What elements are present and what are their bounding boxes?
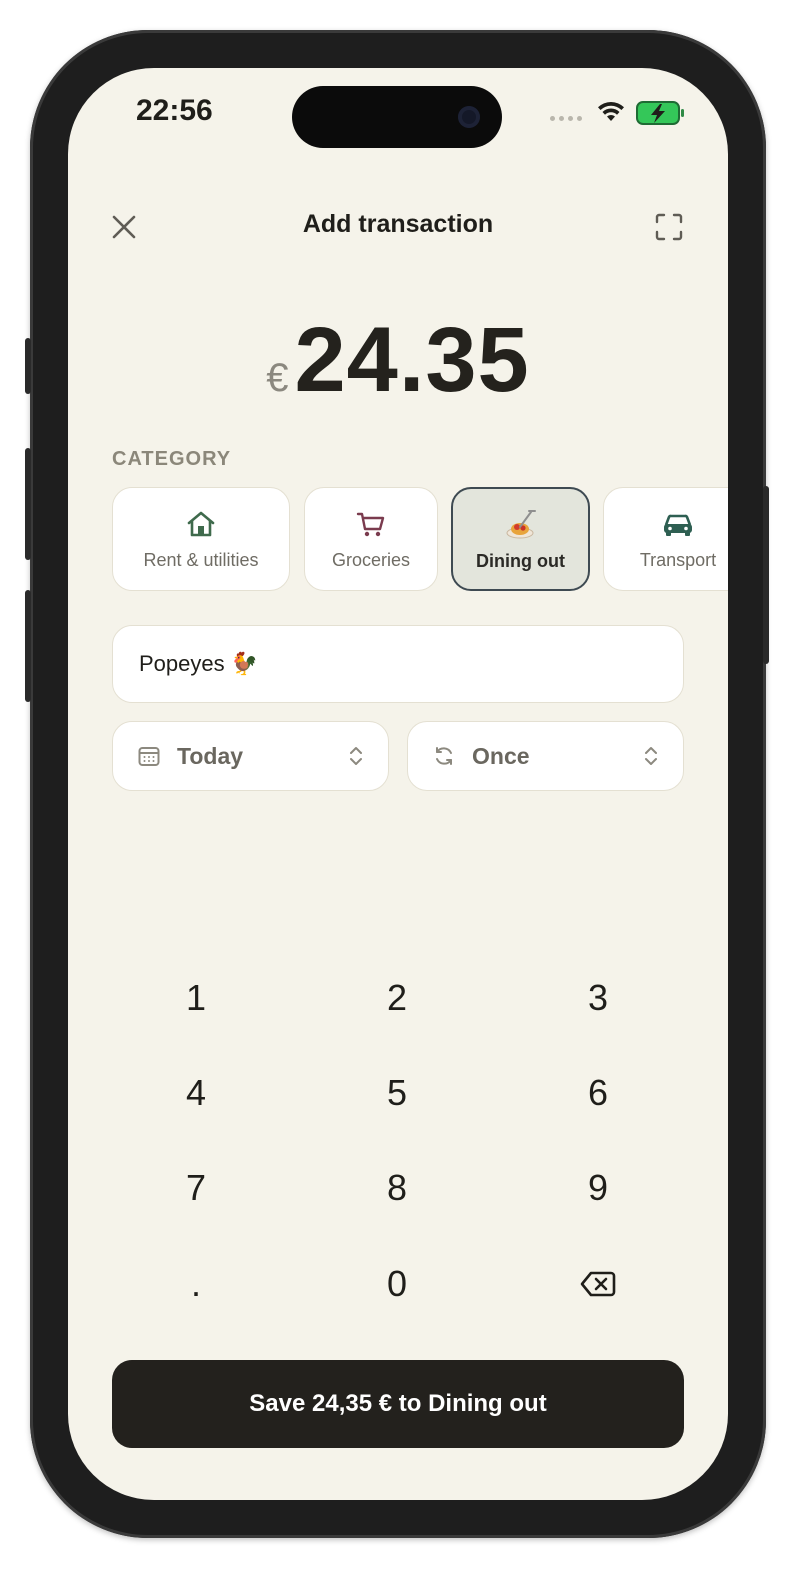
category-dining-out[interactable]: Dining out [451, 487, 590, 591]
repeat-icon [436, 747, 452, 765]
page-title: Add transaction [302, 210, 494, 238]
category-list[interactable]: Rent & utilities Groceries Dining out Tr… [112, 487, 728, 591]
amount-currency: € [266, 356, 289, 400]
cart-icon [356, 512, 385, 537]
key-0[interactable]: 0 [307, 1244, 487, 1324]
power-button [763, 486, 769, 664]
phone-frame: 22:56 Add transaction €24.35 CATEGORY Re… [25, 30, 769, 1538]
chevron-up-down-icon [350, 747, 362, 765]
volume-up-button [25, 448, 31, 560]
date-selector-label: Today [177, 742, 244, 769]
category-groceries[interactable]: Groceries [304, 487, 438, 591]
key-decimal[interactable]: . [106, 1244, 286, 1324]
category-label: Dining out [476, 551, 565, 571]
chevron-up-down-icon [645, 747, 657, 765]
category-section-label: CATEGORY [112, 448, 232, 470]
key-backspace[interactable] [508, 1244, 688, 1324]
wifi-icon [598, 101, 624, 121]
category-label: Transport [639, 550, 717, 570]
volume-down-button [25, 590, 31, 702]
action-button [25, 338, 31, 394]
battery-charging-icon [636, 101, 684, 125]
dynamic-island [292, 86, 502, 148]
key-5[interactable]: 5 [307, 1053, 487, 1133]
house-icon [187, 511, 215, 537]
backspace-icon [580, 1271, 616, 1297]
key-3[interactable]: 3 [508, 958, 688, 1038]
date-selector[interactable]: Today [112, 721, 389, 791]
key-9[interactable]: 9 [508, 1148, 688, 1228]
key-2[interactable]: 2 [307, 958, 487, 1038]
car-icon [664, 514, 692, 536]
category-rent-utilities[interactable]: Rent & utilities [112, 487, 290, 591]
category-transport[interactable]: Transport [603, 487, 728, 591]
note-input[interactable]: Popeyes 🐓 [112, 625, 684, 703]
key-6[interactable]: 6 [508, 1053, 688, 1133]
key-4[interactable]: 4 [106, 1053, 286, 1133]
amount-value: 24.35 [294, 309, 530, 411]
key-7[interactable]: 7 [106, 1148, 286, 1228]
camera-icon [458, 106, 480, 128]
amount-display: €24.35 [68, 308, 728, 413]
calendar-icon [138, 747, 160, 766]
status-time: 22:56 [136, 94, 213, 127]
expand-icon[interactable] [654, 212, 684, 242]
key-1[interactable]: 1 [106, 958, 286, 1038]
category-label: Groceries [331, 550, 411, 570]
spaghetti-icon [506, 510, 536, 539]
cellular-signal-icon [550, 116, 582, 121]
key-8[interactable]: 8 [307, 1148, 487, 1228]
category-label: Rent & utilities [143, 550, 259, 570]
screen: 22:56 Add transaction €24.35 CATEGORY Re… [68, 68, 728, 1500]
repeat-selector-label: Once [472, 742, 530, 769]
repeat-selector[interactable]: Once [407, 721, 684, 791]
save-button[interactable]: Save 24,35 € to Dining out [112, 1360, 684, 1448]
